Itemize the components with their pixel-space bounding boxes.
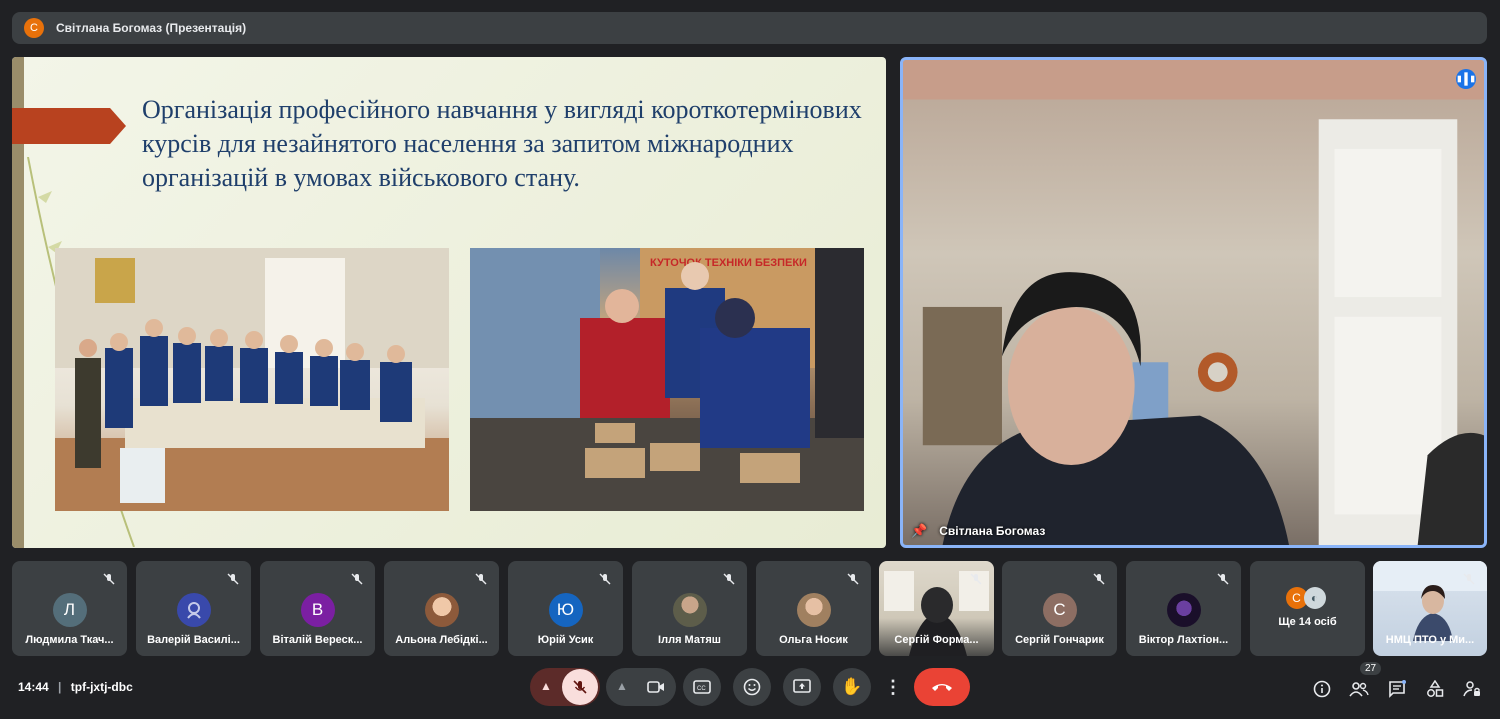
presenter-camera-tile[interactable]: 📌 Світлана Богомаз [900, 57, 1487, 548]
participant-name: Сергій Гончарик [1015, 634, 1104, 646]
mic-off-icon [1459, 569, 1479, 589]
mic-control-group: ▲ [530, 668, 600, 706]
participant-tile[interactable]: Ілля Матяш [632, 561, 747, 656]
presenter-avatar: С [24, 18, 44, 38]
participant-name: НМЦ ПТО у Ми... [1385, 634, 1475, 646]
lock-person-icon [1463, 681, 1480, 697]
participant-strip: Л Людмила Ткач... Валерій Василі... В Ві… [12, 561, 1487, 656]
participant-name: Юрій Усик [537, 634, 594, 646]
slide-photo-classroom [55, 248, 449, 511]
avatar [176, 593, 211, 627]
more-options-button[interactable]: ⋮ [880, 668, 906, 706]
slide-arrow-marker [12, 108, 126, 144]
host-controls-button[interactable] [1460, 677, 1484, 701]
presenter-title: Світлана Богомаз (Презентація) [56, 21, 247, 35]
camera-name-bar: 📌 Світлана Богомаз [911, 523, 1045, 539]
mic-off-icon [347, 569, 367, 589]
participant-name: Валерій Василі... [147, 634, 240, 646]
people-icon [1349, 682, 1369, 697]
mic-off-icon [966, 569, 986, 589]
mic-off-icon [1089, 569, 1109, 589]
meeting-control-bar: 14:44 | tpf-jxtj-dbc ▲ ▲ CC ✋ ⋮ 27 [0, 662, 1500, 719]
participant-tile[interactable]: В Віталій Вереск... [260, 561, 375, 656]
hand-icon: ✋ [841, 677, 863, 696]
present-screen-button[interactable] [783, 668, 821, 706]
people-button[interactable] [1347, 677, 1371, 701]
participant-name: Ольга Носик [779, 634, 848, 646]
meeting-time: 14:44 [18, 680, 49, 694]
avatar-photo [672, 593, 707, 627]
mic-off-icon [843, 569, 863, 589]
presenter-bar: С Світлана Богомаз (Презентація) [12, 12, 1487, 44]
participants-count-badge: 27 [1360, 662, 1382, 675]
avatar-photo [796, 593, 831, 627]
participant-tile[interactable]: Альона Лебідкі... [384, 561, 499, 656]
separator: | [58, 680, 62, 694]
mic-off-icon [1213, 569, 1233, 589]
svg-text:CC: CC [697, 686, 706, 692]
more-vert-icon: ⋮ [884, 676, 902, 697]
participant-name: Віталій Вереск... [272, 634, 363, 646]
participant-name: Людмила Ткач... [25, 634, 114, 646]
chat-icon [1389, 680, 1406, 698]
presentation-slide: Організація професійного навчання у вигл… [12, 57, 886, 548]
participant-tile[interactable]: С Сергій Гончарик [1002, 561, 1117, 656]
camera-toggle-button[interactable] [638, 669, 674, 705]
mic-off-icon [719, 569, 739, 589]
mic-toggle-button[interactable] [562, 669, 598, 705]
reactions-button[interactable] [733, 668, 771, 706]
chat-button[interactable] [1385, 677, 1409, 701]
avatar: Л [52, 593, 87, 627]
participant-tile[interactable]: Ю Юрій Усик [508, 561, 623, 656]
activities-icon [1427, 680, 1444, 697]
avatar-photo [1166, 593, 1201, 627]
mic-off-icon [223, 569, 243, 589]
more-participants-label: Ще 14 осіб [1278, 616, 1337, 628]
pin-icon[interactable]: 📌 [911, 523, 927, 539]
meeting-info: 14:44 | tpf-jxtj-dbc [18, 680, 133, 694]
participant-name: Сергій Форма... [894, 634, 979, 646]
captions-icon: CC [693, 680, 711, 694]
leave-call-button[interactable] [914, 668, 970, 706]
mic-off-icon [99, 569, 119, 589]
avatar: В [300, 593, 335, 627]
mic-options-chevron-icon[interactable]: ▲ [540, 679, 552, 693]
avatar-photo [424, 593, 459, 627]
participant-name: Ілля Матяш [658, 634, 721, 646]
avatar: Ю [548, 593, 583, 627]
raise-hand-button[interactable]: ✋ [833, 668, 871, 706]
participant-video-tile[interactable]: НМЦ ПТО у Ми... [1373, 561, 1487, 656]
activities-button[interactable] [1423, 677, 1447, 701]
camera-participant-name: Світлана Богомаз [939, 524, 1046, 538]
video-camera-icon [647, 681, 664, 693]
info-icon [1313, 680, 1331, 698]
speaking-indicator-icon [1456, 69, 1476, 89]
slide-photo-workshop: КУТОЧОК ТЕХНІКИ БЕЗПЕКИ [470, 248, 864, 511]
participant-name: Альона Лебідкі... [395, 634, 488, 646]
emoji-icon [743, 678, 761, 696]
camera-control-group: ▲ [606, 668, 676, 706]
present-screen-icon [793, 679, 811, 693]
mic-off-icon [573, 680, 587, 694]
workshop-sign: КУТОЧОК ТЕХНІКИ БЕЗПЕКИ [650, 257, 807, 269]
camera-video [903, 60, 1484, 545]
participant-tile[interactable]: Ольга Носик [756, 561, 871, 656]
participant-tile[interactable]: Валерій Василі... [136, 561, 251, 656]
mic-off-icon [471, 569, 491, 589]
camera-options-chevron-icon[interactable]: ▲ [616, 679, 628, 693]
more-participants-tile[interactable]: С ◐ Ще 14 осіб [1250, 561, 1365, 656]
hang-up-icon [932, 684, 952, 691]
slide-heading: Організація професійного навчання у вигл… [142, 95, 862, 192]
participant-video-tile[interactable]: Сергій Форма... [879, 561, 994, 656]
participant-tile[interactable]: Л Людмила Ткач... [12, 561, 127, 656]
mic-off-icon [595, 569, 615, 589]
more-avatar-icon: ◐ [1303, 587, 1326, 609]
meeting-details-button[interactable] [1310, 677, 1334, 701]
participant-name: Віктор Лахтіон... [1138, 634, 1229, 646]
avatar: С [1042, 593, 1077, 627]
participant-tile[interactable]: Віктор Лахтіон... [1126, 561, 1241, 656]
meeting-code: tpf-jxtj-dbc [70, 680, 133, 694]
captions-button[interactable]: CC [683, 668, 721, 706]
